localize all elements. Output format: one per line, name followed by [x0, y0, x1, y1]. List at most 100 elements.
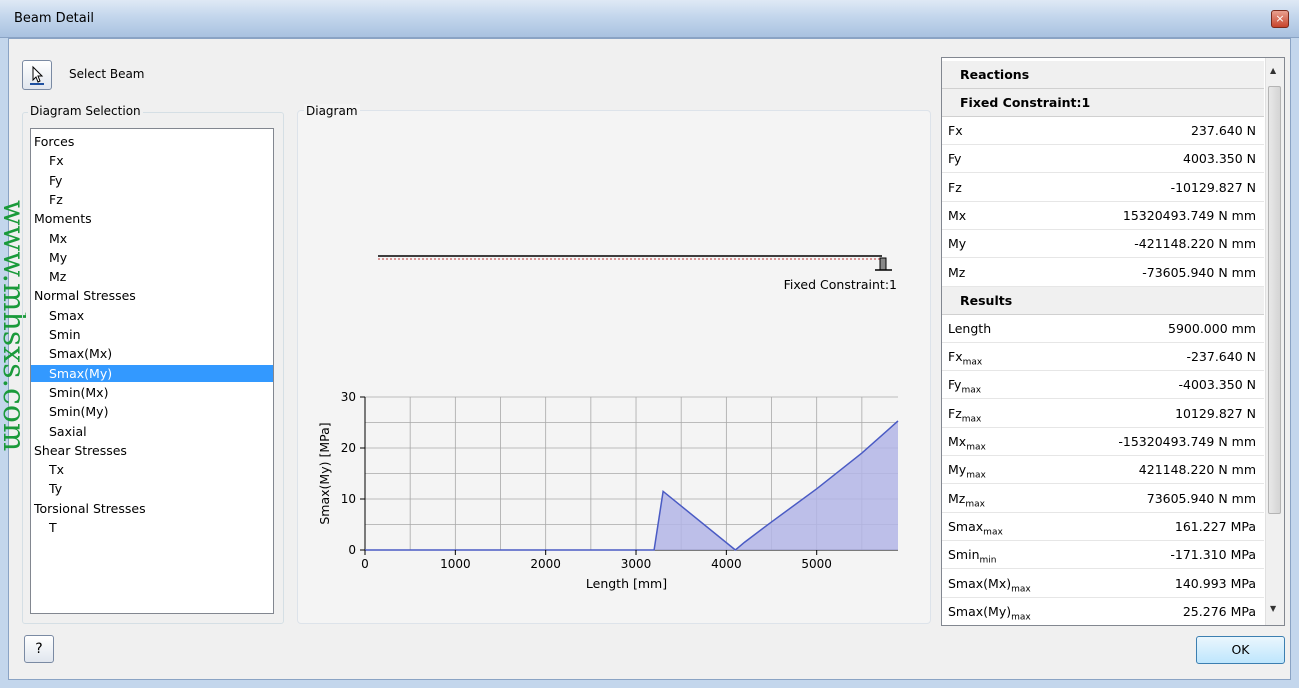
properties-scrollbar[interactable]: ▲ ▼: [1265, 58, 1284, 625]
scroll-down-icon[interactable]: ▼: [1270, 604, 1276, 613]
tree-item[interactable]: Mz: [31, 268, 273, 285]
property-row[interactable]: Fzmax 10129.827 N: [942, 400, 1264, 428]
property-name: Mymax: [948, 462, 986, 481]
tree-item[interactable]: Tx: [31, 461, 273, 478]
window-frame-bottom: [0, 680, 1299, 688]
property-name: Length: [948, 320, 992, 336]
y-tick-label: 0: [348, 543, 356, 557]
title-bar: Beam Detail ×: [0, 0, 1299, 38]
property-name: Fzmax: [948, 405, 982, 425]
x-tick-label: 0: [361, 557, 369, 571]
tree-item[interactable]: Ty: [31, 480, 273, 497]
tree-item[interactable]: Fy: [31, 172, 273, 189]
property-row[interactable]: Mx 15320493.749 N mm: [942, 202, 1264, 230]
close-button[interactable]: ×: [1271, 10, 1289, 28]
tree-category[interactable]: Shear Stresses: [31, 442, 273, 459]
property-name: Mzmax: [948, 490, 985, 510]
properties-panel: Reactions Fixed Constraint:1 Fx 237.640 N Fy…: [941, 57, 1285, 626]
x-axis-label: Length [mm]: [586, 576, 667, 591]
property-name: Mz: [948, 264, 966, 280]
select-beam-button[interactable]: [22, 60, 52, 90]
tree-item[interactable]: Smin(My): [31, 403, 273, 420]
tree-item[interactable]: Smax(Mx): [31, 345, 273, 362]
tree-category[interactable]: Torsional Stresses: [31, 500, 273, 517]
property-name: Smax(My)max: [948, 603, 1031, 623]
x-tick-label: 5000: [801, 557, 832, 571]
property-value: 5900.000 mm: [1168, 320, 1256, 336]
window-frame-right: [1291, 38, 1299, 688]
property-row[interactable]: Smaxmax 161.227 MPa: [942, 513, 1264, 541]
property-row[interactable]: Fxmax -237.640 N: [942, 343, 1264, 372]
property-row[interactable]: Fz -10129.827 N: [942, 174, 1264, 202]
property-name: Fxmax: [948, 349, 983, 368]
tree-item[interactable]: T: [31, 519, 273, 536]
property-row[interactable]: Smax(Mx)max 140.993 MPa: [942, 570, 1264, 598]
property-value: 10129.827 N: [1175, 405, 1256, 421]
results-header-label: Results: [960, 292, 1013, 308]
property-value: 140.993 MPa: [1174, 575, 1256, 591]
property-row[interactable]: Sminmin -171.310 MPa: [942, 541, 1264, 570]
property-value: -73605.940 N mm: [1142, 264, 1256, 280]
tree-item[interactable]: My: [31, 249, 273, 266]
tree-item[interactable]: Saxial: [31, 423, 273, 440]
property-name: Smax(Mx)max: [948, 575, 1031, 595]
reactions-header[interactable]: Reactions: [942, 61, 1264, 89]
property-name: Fx: [948, 123, 963, 138]
property-row[interactable]: Fx 237.640 N: [942, 117, 1264, 145]
property-value: 25.276 MPa: [1182, 603, 1256, 619]
stress-chart: 0 1000 2000 3000 4000 5000 0 10 20 30 Length [mm] S…: [317, 390, 899, 591]
results-header[interactable]: Results: [942, 286, 1264, 315]
tree-item[interactable]: Mx: [31, 230, 273, 247]
property-value: 421148.220 N mm: [1138, 462, 1256, 478]
property-value: 4003.350 N: [1183, 151, 1256, 167]
property-row[interactable]: My -421148.220 N mm: [942, 230, 1264, 259]
tree-item[interactable]: Smin: [31, 326, 273, 343]
x-tick-label: 2000: [530, 557, 561, 571]
tree-category[interactable]: Forces: [31, 133, 273, 150]
property-row[interactable]: Mzmax 73605.940 N mm: [942, 485, 1264, 513]
property-row[interactable]: Mz -73605.940 N mm: [942, 259, 1264, 287]
tree-category[interactable]: Moments: [31, 210, 273, 227]
y-tick-label: 30: [341, 390, 356, 404]
cursor-arrow-icon: [30, 65, 44, 85]
help-icon: ?: [35, 641, 43, 657]
property-name: Fymax: [948, 377, 982, 396]
fixed-constraint-label: Fixed Constraint:1: [784, 277, 897, 292]
y-tick-label: 10: [341, 492, 356, 506]
series-area: [365, 420, 898, 550]
ok-button[interactable]: OK: [1196, 636, 1285, 664]
x-tick-label: 3000: [621, 557, 652, 571]
property-value: -4003.350 N: [1178, 377, 1256, 393]
tree-item[interactable]: Smax(My): [31, 364, 273, 382]
help-button[interactable]: ?: [24, 635, 54, 663]
tree-item[interactable]: Fz: [31, 191, 273, 208]
diagram-selection-title: Diagram Selection: [28, 104, 143, 118]
diagram-title: Diagram: [304, 104, 360, 118]
beam-schematic: Fixed Constraint:1: [378, 255, 897, 292]
property-row[interactable]: Length 5900.000 mm: [942, 315, 1264, 343]
property-row[interactable]: Fy 4003.350 N: [942, 145, 1264, 174]
property-name: Smaxmax: [948, 518, 1003, 538]
tree-item[interactable]: Fx: [31, 152, 273, 169]
property-name: Mxmax: [948, 434, 986, 453]
property-row[interactable]: Smax(My)max 25.276 MPa: [942, 598, 1264, 625]
property-value: 161.227 MPa: [1174, 518, 1256, 534]
fixed-constraint-header[interactable]: Fixed Constraint:1: [942, 89, 1264, 117]
property-row[interactable]: Mxmax -15320493.749 N mm: [942, 428, 1264, 456]
property-row[interactable]: Fymax -4003.350 N: [942, 371, 1264, 400]
property-row[interactable]: Mymax 421148.220 N mm: [942, 456, 1264, 485]
tree-item[interactable]: Smin(Mx): [31, 384, 273, 401]
y-tick-label: 20: [341, 441, 356, 455]
property-value: -237.640 N: [1186, 349, 1256, 365]
select-beam-label: Select Beam: [69, 67, 145, 81]
property-value: 73605.940 N mm: [1146, 490, 1256, 506]
property-value: -10129.827 N: [1170, 179, 1256, 195]
tree-item[interactable]: Smax: [31, 307, 273, 324]
scrollbar-thumb[interactable]: [1268, 86, 1281, 514]
tree-category[interactable]: Normal Stresses: [31, 287, 273, 304]
y-axis-label: Smax(My) [MPa]: [317, 422, 332, 524]
x-tick-label: 1000: [440, 557, 471, 571]
property-value: -171.310 MPa: [1170, 547, 1256, 563]
fixed-constraint-header-label: Fixed Constraint:1: [960, 95, 1091, 110]
scroll-up-icon[interactable]: ▲: [1270, 66, 1276, 75]
